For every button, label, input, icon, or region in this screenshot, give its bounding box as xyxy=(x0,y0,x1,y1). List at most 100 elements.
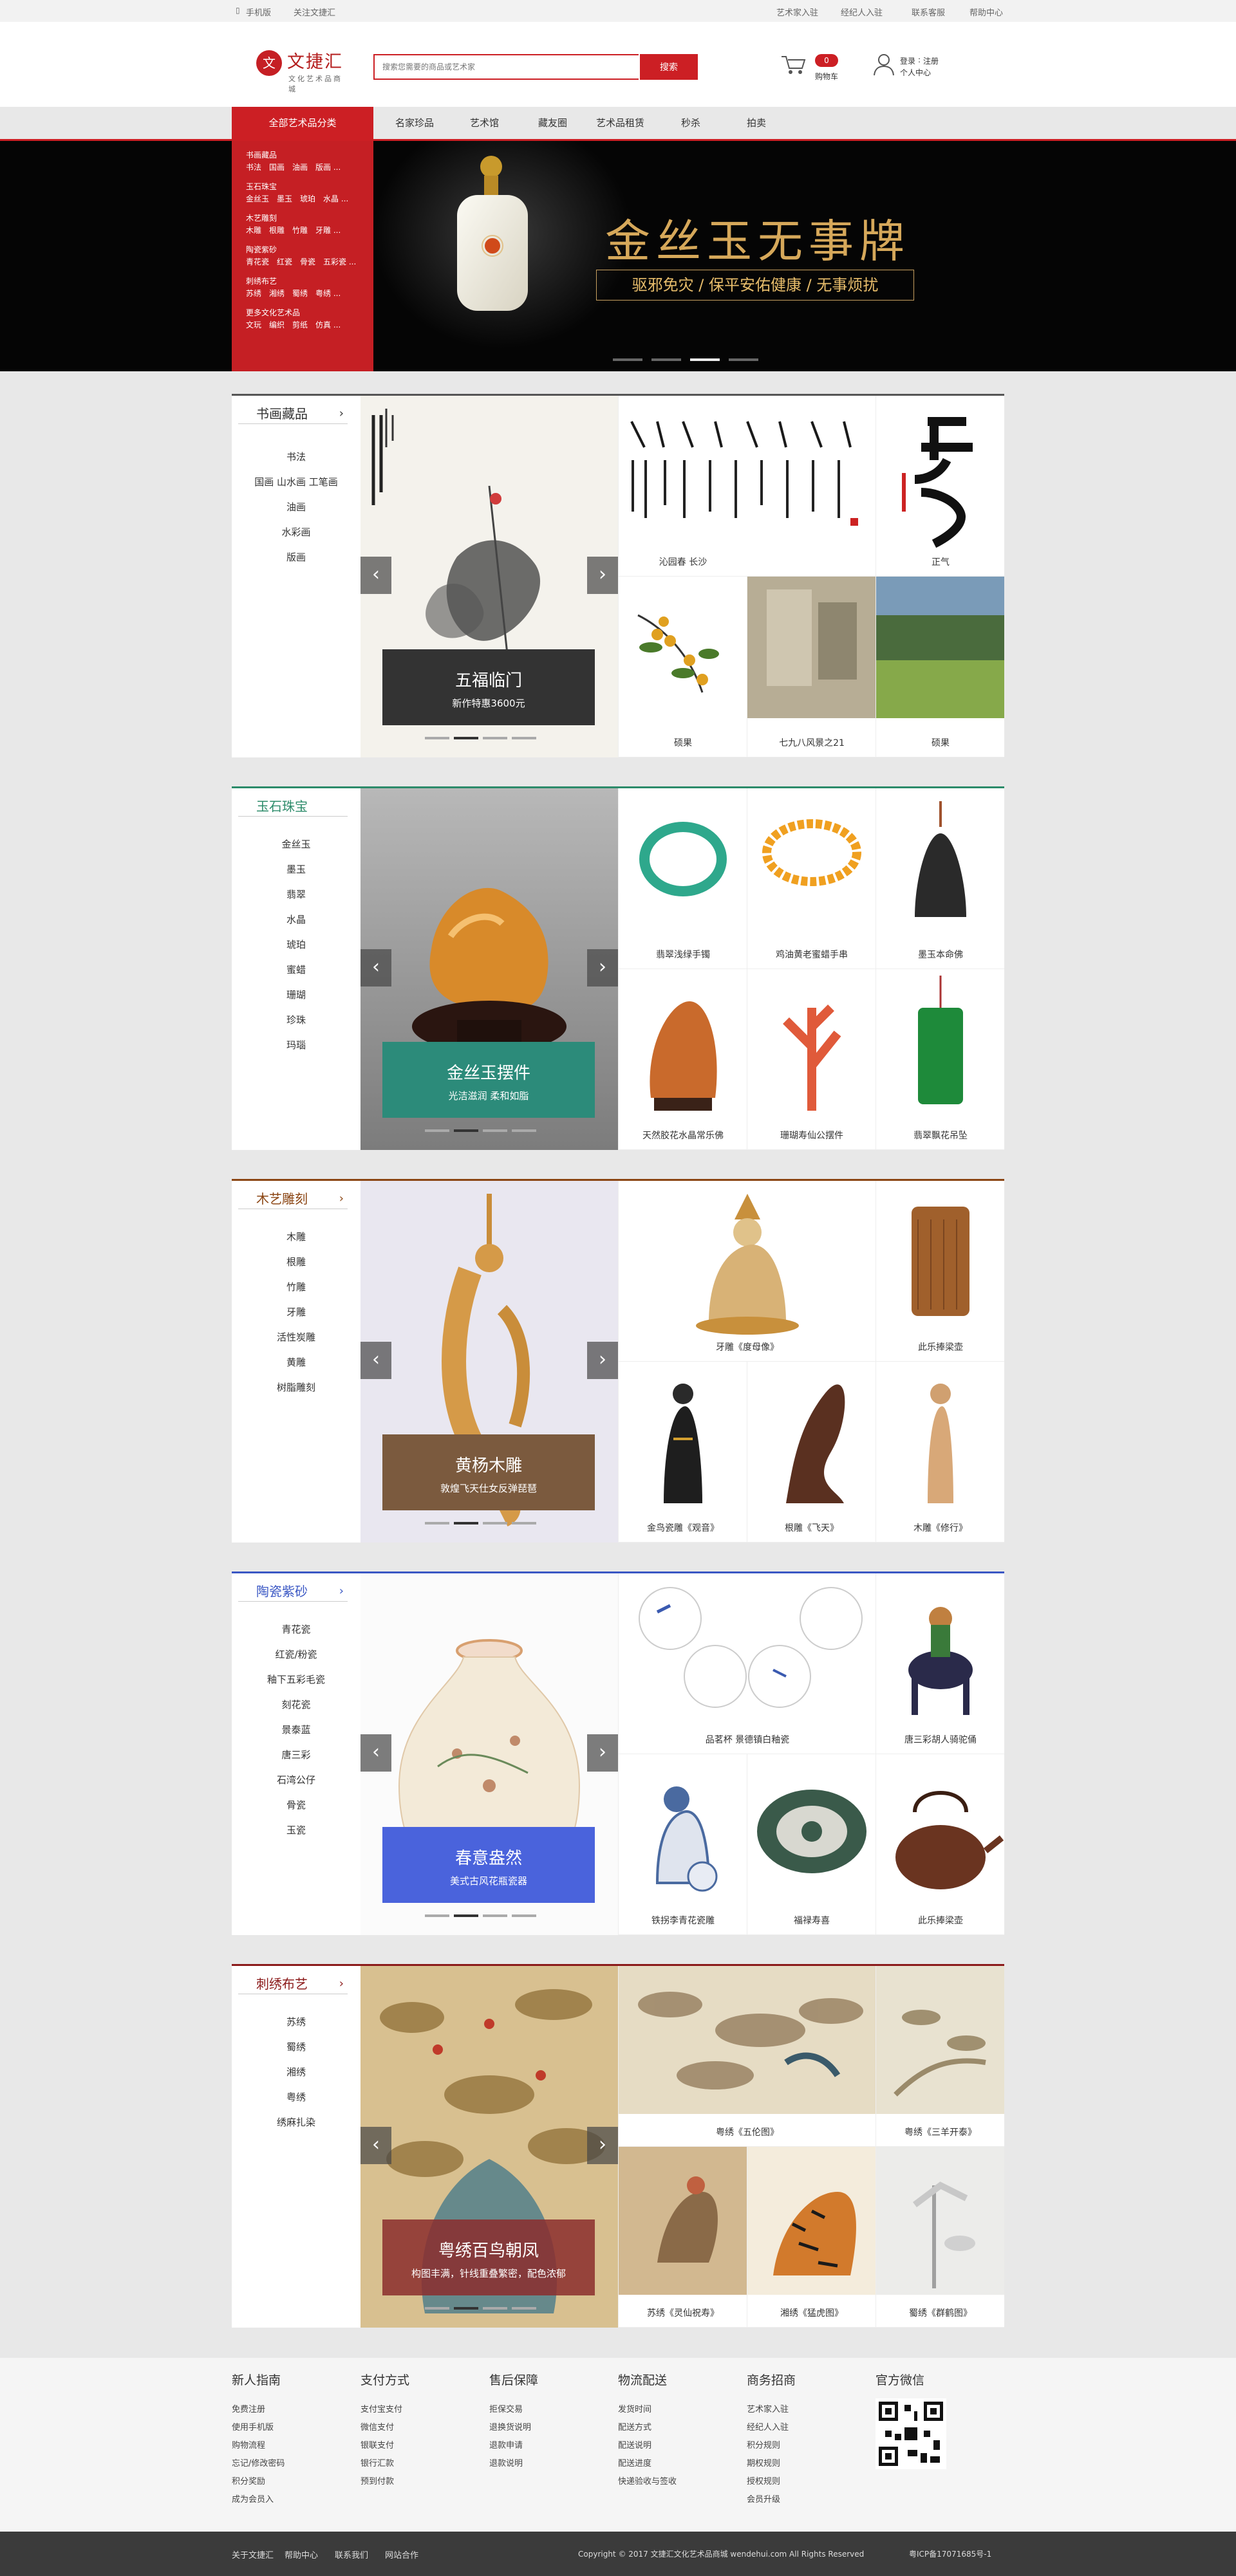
section-title[interactable]: 陶瓷紫砂 › xyxy=(238,1581,348,1602)
menu-group[interactable]: 书画藏品 书法 国画 油画 版画 ... xyxy=(246,149,373,173)
menu-group[interactable]: 刺绣布艺 苏绣 湘绣 蜀绣 粤绣 ... xyxy=(246,275,373,299)
footer-link[interactable]: 忘记/修改密码 xyxy=(232,2455,348,2473)
sub-category[interactable]: 黄雕 xyxy=(232,1350,360,1375)
menu-group[interactable]: 木艺雕刻 木雕 根雕 竹雕 牙雕 ... xyxy=(246,212,373,236)
about-link[interactable]: 关于文捷汇 xyxy=(232,2548,274,2561)
nav-item[interactable]: 名家珍品 xyxy=(395,116,434,129)
logo[interactable]: 文 文捷汇 文化艺术品商城 xyxy=(256,44,346,93)
menu-group-title[interactable]: 玉石珠宝 xyxy=(246,180,373,193)
next-arrow[interactable]: › xyxy=(587,1734,618,1772)
search-input[interactable] xyxy=(375,55,639,79)
footer-link[interactable]: 经纪人入驻 xyxy=(747,2419,863,2437)
footer-link[interactable]: 使用手机版 xyxy=(232,2419,348,2437)
prev-arrow[interactable]: ‹ xyxy=(360,2127,391,2164)
footer-link[interactable]: 成为会员入 xyxy=(232,2491,348,2509)
footer-link[interactable]: 期权规则 xyxy=(747,2455,863,2473)
footer-link[interactable]: 配送方式 xyxy=(618,2419,734,2437)
next-arrow[interactable]: › xyxy=(587,1342,618,1379)
cart[interactable]: 0 购物车 xyxy=(780,53,851,91)
sub-category[interactable]: 釉下五彩毛瓷 xyxy=(232,1667,360,1692)
sub-category[interactable]: 墨玉 xyxy=(232,857,360,882)
menu-group-title[interactable]: 木艺雕刻 xyxy=(246,212,373,225)
sub-category[interactable]: 刻花瓷 xyxy=(232,1692,360,1718)
section-title[interactable]: 刺绣布艺 › xyxy=(238,1974,348,1994)
menu-group-items[interactable]: 木雕 根雕 竹雕 牙雕 ... xyxy=(246,225,373,236)
footer-link[interactable]: 艺术家入驻 xyxy=(747,2401,863,2419)
sub-category[interactable]: 油画 xyxy=(232,495,360,520)
sub-category[interactable]: 琥珀 xyxy=(232,932,360,958)
sub-category[interactable]: 唐三彩 xyxy=(232,1743,360,1768)
nav-item[interactable]: 艺术馆 xyxy=(470,116,499,129)
menu-group-items[interactable]: 文玩 编织 剪纸 仿真 ... xyxy=(246,319,373,331)
sub-category[interactable]: 玛瑙 xyxy=(232,1033,360,1058)
prev-arrow[interactable]: ‹ xyxy=(360,557,391,594)
nav-item[interactable]: 秒杀 xyxy=(681,116,700,129)
sub-category[interactable]: 蜀绣 xyxy=(232,2035,360,2060)
product-card[interactable]: 牙雕《度母像》 xyxy=(618,1181,876,1362)
footer-link[interactable]: 退换货说明 xyxy=(489,2419,605,2437)
footer-link[interactable]: 积分规则 xyxy=(747,2437,863,2455)
product-card[interactable]: 根雕《飞天》 xyxy=(747,1362,876,1543)
slide-dot[interactable] xyxy=(483,1522,507,1524)
product-card[interactable]: 天然胶花水晶常乐佛 xyxy=(618,969,747,1150)
product-card[interactable]: 沁园春 长沙 xyxy=(618,396,876,577)
sub-category[interactable]: 骨瓷 xyxy=(232,1793,360,1818)
feature-slide[interactable]: ‹ › 黄杨木雕 敦煌飞天仕女反弹琵琶 xyxy=(360,1181,618,1543)
sub-category[interactable]: 树脂雕刻 xyxy=(232,1375,360,1400)
next-arrow[interactable]: › xyxy=(587,949,618,987)
sub-category[interactable]: 水晶 xyxy=(232,907,360,932)
footer-link[interactable]: 发货时间 xyxy=(618,2401,734,2419)
sub-category[interactable]: 木雕 xyxy=(232,1225,360,1250)
nav-item[interactable]: 艺术品租赁 xyxy=(596,116,644,129)
menu-group-title[interactable]: 刺绣布艺 xyxy=(246,275,373,288)
product-card[interactable]: 翡翠浅绿手镯 xyxy=(618,788,747,969)
customer-service-link[interactable]: 联系客服 xyxy=(912,6,945,18)
feature-slide[interactable]: ‹ › 粤绣百鸟朝凤 构图丰满，针线重叠繁密，配色浓郁 xyxy=(360,1966,618,2328)
sub-category[interactable]: 苏绣 xyxy=(232,2010,360,2035)
slide-dot[interactable] xyxy=(512,737,536,739)
slide-dot[interactable] xyxy=(483,737,507,739)
feature-slide[interactable]: ‹ › 金丝玉摆件 光洁滋润 柔和如脂 xyxy=(360,788,618,1150)
footer-link[interactable]: 支付宝支付 xyxy=(360,2401,476,2419)
footer-link[interactable]: 配送进度 xyxy=(618,2455,734,2473)
register-link[interactable]: 注册 xyxy=(923,55,939,66)
product-card[interactable]: 七九八风景之21 xyxy=(747,577,876,757)
product-card[interactable]: 硕果 xyxy=(618,577,747,757)
product-card[interactable]: 此乐捧梁壶 xyxy=(876,1181,1004,1362)
product-card[interactable]: 翡翠飘花吊坠 xyxy=(876,969,1004,1150)
sub-category[interactable]: 珍珠 xyxy=(232,1008,360,1033)
sub-category[interactable]: 红瓷/粉瓷 xyxy=(232,1642,360,1667)
menu-group-items[interactable]: 金丝玉 墨玉 琥珀 水晶 ... xyxy=(246,193,373,205)
section-title[interactable]: 书画藏品 › xyxy=(238,403,348,424)
mobile-link[interactable]: 手机版 xyxy=(246,6,271,18)
slide-dot[interactable] xyxy=(512,1914,536,1917)
sub-category[interactable]: 书法 xyxy=(232,445,360,470)
product-card[interactable]: 此乐捧梁壶 xyxy=(876,1754,1004,1935)
product-card[interactable]: 品茗杯 景德镇白釉瓷 xyxy=(618,1573,876,1754)
feature-slide[interactable]: ‹ › 五福临门 新作特惠3600元 xyxy=(360,396,618,757)
menu-group[interactable]: 玉石珠宝 金丝玉 墨玉 琥珀 水晶 ... xyxy=(246,180,373,205)
artist-join-link[interactable]: 艺术家入驻 xyxy=(776,6,818,18)
section-title[interactable]: 木艺雕刻 › xyxy=(238,1189,348,1209)
footer-link[interactable]: 免费注册 xyxy=(232,2401,348,2419)
search-button[interactable]: 搜索 xyxy=(640,54,698,80)
product-card[interactable]: 珊瑚寿仙公摆件 xyxy=(747,969,876,1150)
product-card[interactable]: 蜀绣《群鹤图》 xyxy=(876,2147,1004,2328)
product-card[interactable]: 金鸟瓷雕《观音》 xyxy=(618,1362,747,1543)
all-categories-button[interactable]: 全部艺术品分类 xyxy=(232,107,373,139)
product-card[interactable]: 木雕《修行》 xyxy=(876,1362,1004,1543)
nav-item[interactable]: 藏友圈 xyxy=(538,116,567,129)
next-arrow[interactable]: › xyxy=(587,557,618,594)
sub-category[interactable]: 牙雕 xyxy=(232,1300,360,1325)
menu-group[interactable]: 更多文化艺术品 文玩 编织 剪纸 仿真 ... xyxy=(246,306,373,331)
footer-link[interactable]: 购物流程 xyxy=(232,2437,348,2455)
product-card[interactable]: 鸡油黄老蜜蜡手串 xyxy=(747,788,876,969)
cooperation-link[interactable]: 网站合作 xyxy=(385,2548,418,2561)
sub-category[interactable]: 玉瓷 xyxy=(232,1818,360,1843)
product-card[interactable]: 苏绣《灵仙祝寿》 xyxy=(618,2147,747,2328)
product-card[interactable]: 粤绣《五伦图》 xyxy=(618,1966,876,2147)
sub-category[interactable]: 石湾公仔 xyxy=(232,1768,360,1793)
slide-dot[interactable] xyxy=(483,1129,507,1132)
help-center-link[interactable]: 帮助中心 xyxy=(969,6,1003,18)
sub-category[interactable]: 金丝玉 xyxy=(232,832,360,857)
